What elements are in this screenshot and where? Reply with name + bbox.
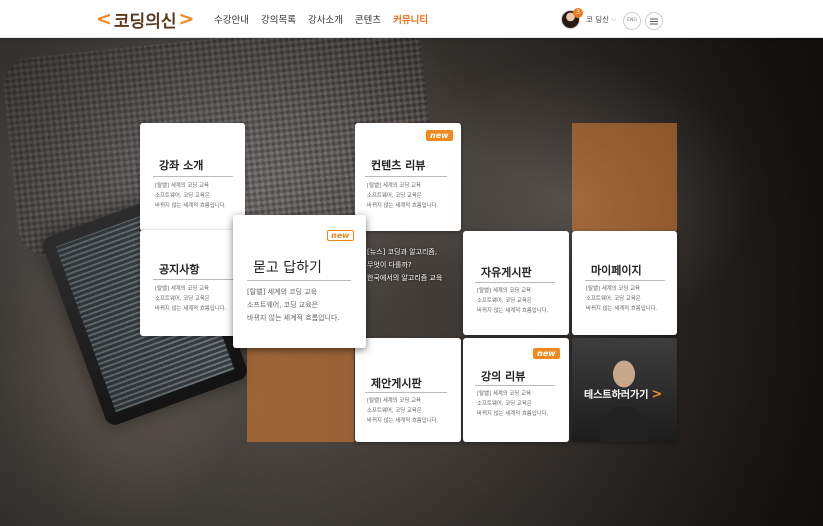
tile-desc: [탈밸] 세계의 코딩 교육 소프트웨어, 코딩 교육은 바뀌지 않는 세계적 … (477, 391, 549, 417)
site-logo[interactable]: < 코딩의신 > (96, 6, 194, 32)
tile-title: 마이페이지 (591, 264, 642, 277)
tile-qna[interactable]: new 묻고 답하기 [탈밸] 세계의 코딩 교육 소프트웨어, 코딩 교육은 … (233, 215, 366, 348)
tile-suggestion-board[interactable]: 제안게시판 [탈밸] 세계의 코딩 교육 소프트웨어, 코딩 교육은 바뀌지 않… (355, 338, 461, 442)
main-nav: 수강안내 강의목록 강사소개 콘텐츠 커뮤니티 (214, 0, 440, 38)
nav-item-contents[interactable]: 콘텐츠 (355, 12, 381, 26)
tile-desc: [탈밸] 세계의 코딩 교육 소프트웨어, 코딩 교육은 바뀌지 않는 세계적 … (155, 183, 227, 209)
nav-item-course-list[interactable]: 강의목록 (261, 12, 296, 26)
nav-item-community[interactable]: 커뮤니티 (393, 12, 428, 26)
divider (153, 176, 233, 177)
orange-accent-block-bottom (247, 338, 354, 442)
tile-desc: [탈밸] 세계의 코딩 교육 소프트웨어, 코딩 교육은 바뀌지 않는 세계적 … (586, 286, 658, 312)
user-name: 코 딩신 (586, 14, 610, 24)
tile-title: 강의 리뷰 (481, 370, 526, 383)
tile-desc: [탈밸] 세계의 코딩 교육 소프트웨어, 코딩 교육은 바뀌지 않는 세계적 … (367, 183, 439, 209)
tile-title: 묻고 답하기 (253, 260, 322, 276)
divider (247, 280, 351, 281)
new-badge: new (426, 130, 453, 141)
new-badge: new (327, 230, 354, 241)
notification-badge: 3 (573, 7, 583, 18)
tile-desc: [탈밸] 세계의 코딩 교육 소프트웨어, 코딩 교육은 바뀌지 않는 세계적 … (155, 286, 227, 312)
tile-desc: [탈밸] 세계의 코딩 교육 소프트웨어, 코딩 교육은 바뀌지 않는 세계적 … (367, 398, 439, 424)
tile-mypage[interactable]: 마이페이지 [탈밸] 세계의 코딩 교육 소프트웨어, 코딩 교육은 바뀌지 않… (572, 231, 677, 335)
tile-title: 컨텐츠 리뷰 (371, 159, 426, 172)
orange-accent-block-top (572, 123, 677, 231)
avatar: 3 (561, 7, 583, 29)
top-header: < 코딩의신 > 수강안내 강의목록 강사소개 콘텐츠 커뮤니티 3 코 딩신 … (0, 0, 823, 38)
tile-title: 강좌 소개 (159, 159, 204, 172)
tile-content-review[interactable]: new 컨텐츠 리뷰 [탈밸] 세계의 코딩 교육 소프트웨어, 코딩 교육은 … (355, 123, 461, 231)
test-link-label: 테스트하러가기 > (584, 387, 663, 402)
chevron-down-icon: ⌵ (611, 14, 617, 23)
logo-text: 코딩의신 (113, 11, 177, 32)
user-menu[interactable]: 3 코 딩신 ⌵ (561, 7, 617, 29)
nav-item-instructors[interactable]: 강사소개 (308, 12, 343, 26)
divider (475, 282, 555, 283)
tile-title: 제안게시판 (371, 377, 422, 390)
language-button[interactable]: ENG (623, 12, 641, 30)
arrow-right-icon: > (651, 387, 663, 402)
tile-free-board[interactable]: 자유게시판 [탈밸] 세계의 코딩 교육 소프트웨어, 코딩 교육은 바뀌지 않… (463, 231, 569, 335)
tile-course-intro[interactable]: 강좌 소개 [탈밸] 세계의 코딩 교육 소프트웨어, 코딩 교육은 바뀌지 않… (140, 123, 245, 231)
tile-notice[interactable]: 공지사항 [탈밸] 세계의 코딩 교육 소프트웨어, 코딩 교육은 바뀌지 않는… (140, 230, 245, 336)
tile-title: 자유게시판 (481, 266, 532, 279)
divider (153, 279, 233, 280)
divider (585, 280, 665, 281)
hamburger-menu-button[interactable] (645, 12, 663, 30)
divider (365, 176, 447, 177)
nav-item-course-guide[interactable]: 수강안내 (214, 12, 249, 26)
logo-left-bracket: < (96, 8, 112, 30)
divider (475, 385, 555, 386)
new-badge: new (533, 348, 560, 359)
tile-go-to-test[interactable]: 테스트하러가기 > (572, 338, 677, 442)
logo-right-bracket: > (178, 8, 195, 30)
divider (365, 392, 447, 393)
tile-lecture-review[interactable]: new 강의 리뷰 [탈밸] 세계의 코딩 교육 소프트웨어, 코딩 교육은 바… (463, 338, 569, 442)
hamburger-icon (650, 20, 658, 22)
news-headline[interactable]: [뉴스] 코딩과 알고리즘, 무엇이 다를까? 한국에서의 알고리즘 교육 (367, 246, 442, 285)
tile-title: 공지사항 (159, 263, 200, 276)
tile-desc: [탈밸] 세계의 코딩 교육 소프트웨어, 코딩 교육은 바뀌지 않는 세계적 … (477, 288, 549, 314)
tile-desc: [탈밸] 세계의 코딩 교육 소프트웨어, 코딩 교육은 바뀌지 않는 세계적 … (247, 288, 340, 322)
